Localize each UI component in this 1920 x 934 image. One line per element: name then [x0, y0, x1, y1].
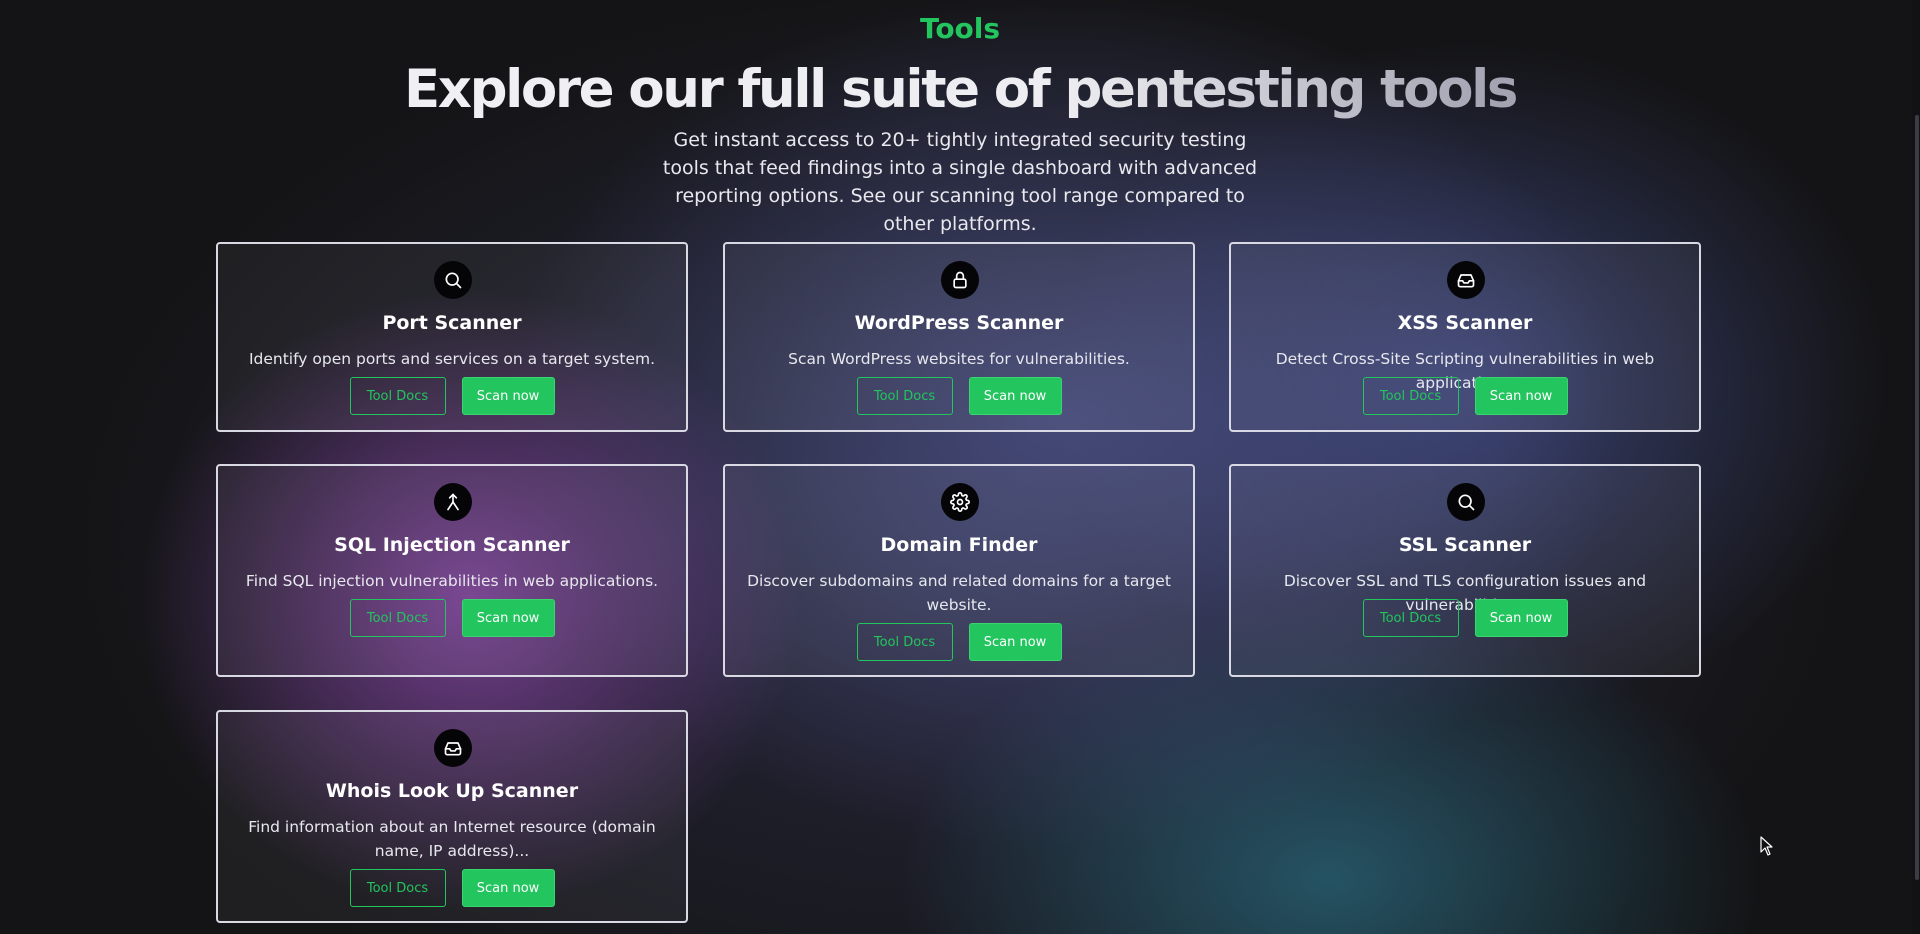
tool-description: Discover subdomains and related domains … [747, 572, 1171, 614]
section-label: Tools [919, 12, 1001, 45]
tool-description: Find information about an Internet resou… [248, 818, 656, 860]
tool-card-domain-finder: Domain Finder Discover subdomains and re… [723, 464, 1195, 677]
tool-title: Domain Finder [880, 534, 1038, 556]
tool-card-xss-scanner: XSS Scanner Detect Cross-Site Scripting … [1229, 242, 1701, 432]
tool-title: SQL Injection Scanner [334, 534, 570, 556]
tool-title: WordPress Scanner [854, 312, 1064, 334]
tool-title: SSL Scanner [1398, 534, 1532, 556]
scrollbar-thumb[interactable] [1915, 115, 1919, 880]
tool-docs-button[interactable]: Tool Docs [349, 599, 446, 637]
tool-actions: Tool Docs Scan now [218, 869, 686, 907]
section-description: Get instant access to 20+ tightly integr… [662, 129, 1258, 235]
tool-actions: Tool Docs Scan now [218, 377, 686, 415]
scan-now-button[interactable]: Scan now [461, 599, 555, 637]
tool-card-sql-injection-scanner: SQL Injection Scanner Find SQL injection… [216, 464, 688, 677]
mouse-cursor-icon [1760, 836, 1773, 856]
tool-docs-button[interactable]: Tool Docs [349, 377, 446, 415]
tool-actions: Tool Docs Scan now [218, 599, 686, 637]
merge-icon [434, 483, 472, 521]
lock-icon [941, 261, 979, 299]
scan-now-button[interactable]: Scan now [1474, 599, 1568, 637]
tool-title: Whois Look Up Scanner [325, 780, 579, 802]
tool-actions: Tool Docs Scan now [1231, 599, 1699, 637]
tool-docs-button[interactable]: Tool Docs [856, 623, 953, 661]
section-title: Explore our full suite of pentesting too… [0, 54, 1920, 126]
tool-card-port-scanner: Port Scanner Identify open ports and ser… [216, 242, 688, 432]
gear-icon [941, 483, 979, 521]
page-scrollbar[interactable] [1912, 0, 1920, 934]
tool-docs-button[interactable]: Tool Docs [1362, 377, 1459, 415]
inbox-icon [434, 729, 472, 767]
scan-now-button[interactable]: Scan now [968, 377, 1062, 415]
tool-actions: Tool Docs Scan now [1231, 377, 1699, 415]
scan-now-button[interactable]: Scan now [968, 623, 1062, 661]
tool-title: XSS Scanner [1397, 312, 1533, 334]
search-icon [1447, 483, 1485, 521]
tool-description: Scan WordPress websites for vulnerabilit… [788, 350, 1130, 368]
tool-actions: Tool Docs Scan now [725, 377, 1193, 415]
scan-now-button[interactable]: Scan now [461, 377, 555, 415]
tool-card-ssl-scanner: SSL Scanner Discover SSL and TLS configu… [1229, 464, 1701, 677]
tool-title: Port Scanner [382, 312, 522, 334]
tool-docs-button[interactable]: Tool Docs [856, 377, 953, 415]
tool-description: Find SQL injection vulnerabilities in we… [245, 572, 659, 590]
tool-actions: Tool Docs Scan now [725, 623, 1193, 661]
scan-now-button[interactable]: Scan now [461, 869, 555, 907]
tool-card-wordpress-scanner: WordPress Scanner Scan WordPress website… [723, 242, 1195, 432]
tool-card-whois-lookup-scanner: Whois Look Up Scanner Find information a… [216, 710, 688, 923]
tool-docs-button[interactable]: Tool Docs [349, 869, 446, 907]
scan-now-button[interactable]: Scan now [1474, 377, 1568, 415]
tool-description: Identify open ports and services on a ta… [248, 350, 656, 368]
inbox-icon [1447, 261, 1485, 299]
search-icon [434, 261, 472, 299]
tool-docs-button[interactable]: Tool Docs [1362, 599, 1459, 637]
